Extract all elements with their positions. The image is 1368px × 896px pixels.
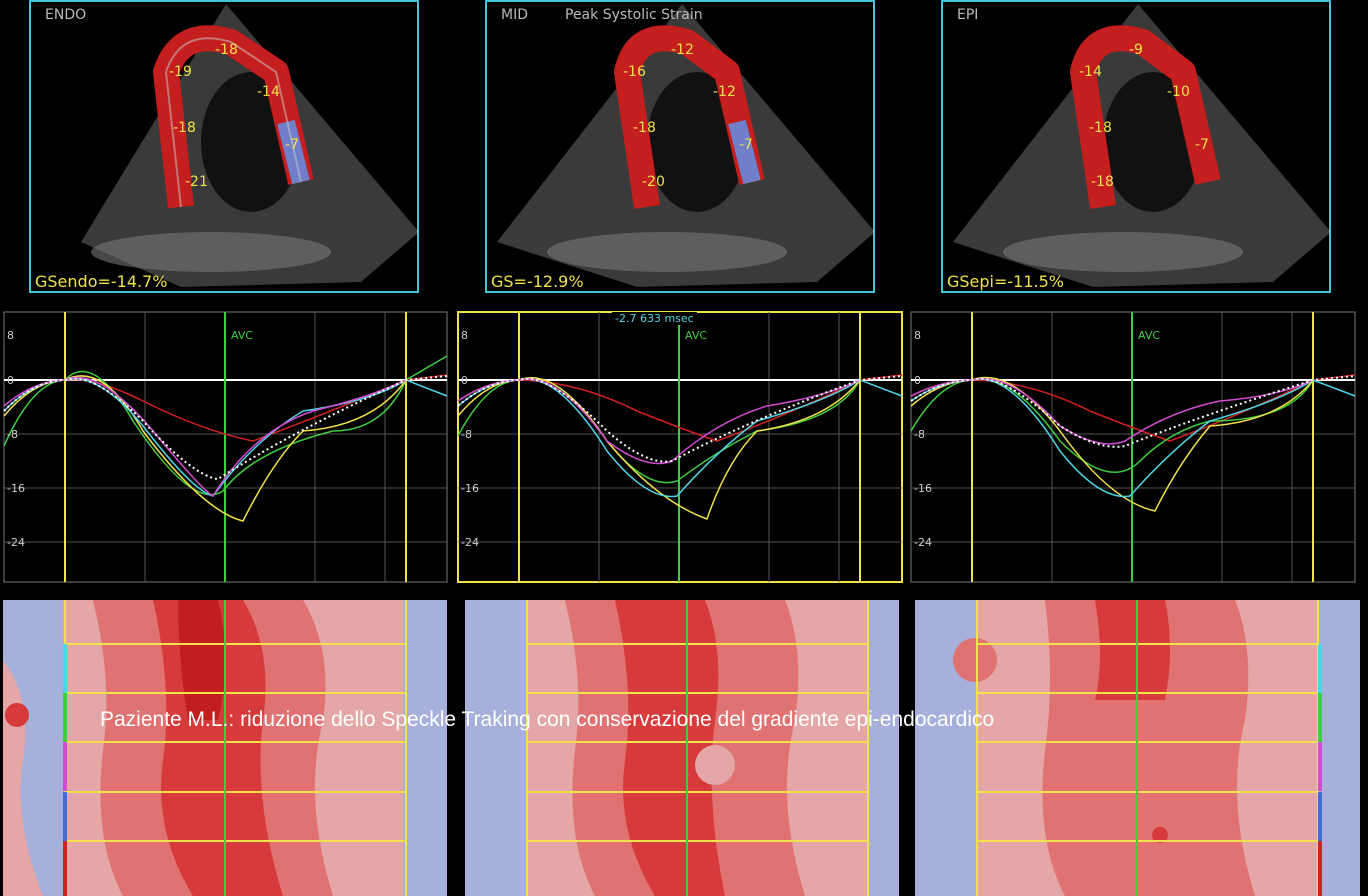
strain-heatmap-mid xyxy=(465,600,899,896)
seg-value-2: -14 xyxy=(1079,64,1102,80)
strain-graph-epi: 8 0 -8 -16 -24 AVC xyxy=(910,311,1356,583)
seg-value-3: -10 xyxy=(1167,84,1190,100)
y-tick: -16 xyxy=(461,482,479,495)
seg-value-2: -19 xyxy=(169,64,192,80)
panel-title: Peak Systolic Strain xyxy=(565,7,703,23)
global-strain-label: GS=-12.9% xyxy=(491,272,584,291)
y-tick: -16 xyxy=(914,482,932,495)
strain-heatmap-epi xyxy=(915,600,1360,896)
y-tick: -16 xyxy=(7,482,25,495)
global-strain-label: GSendo=-14.7% xyxy=(35,272,168,291)
echo-panel-mid: MID Peak Systolic Strain -12 -16 -12 -18… xyxy=(485,0,875,293)
y-tick: 8 xyxy=(461,329,468,342)
seg-value-3: -14 xyxy=(257,84,280,100)
y-tick: 8 xyxy=(914,329,921,342)
seg-value-3: -12 xyxy=(713,84,736,100)
seg-value-2: -16 xyxy=(623,64,646,80)
seg-value-6: -21 xyxy=(185,174,208,190)
strain-graph-mid[interactable]: 8 0 -8 -16 -24 AVC xyxy=(457,311,903,583)
seg-value-6: -18 xyxy=(1091,174,1114,190)
seg-value-5: -7 xyxy=(739,137,753,153)
seg-value-6: -20 xyxy=(642,174,665,190)
panel-label: ENDO xyxy=(45,7,87,23)
heatmap-image xyxy=(915,600,1360,896)
heatmap-image xyxy=(465,600,899,896)
y-tick: 0 xyxy=(7,374,14,387)
seg-value-1: -9 xyxy=(1129,42,1143,58)
seg-value-5: -7 xyxy=(285,137,299,153)
seg-value-4: -18 xyxy=(1089,120,1112,136)
y-tick: -24 xyxy=(7,536,25,549)
strain-curves xyxy=(3,311,448,583)
seg-value-1: -12 xyxy=(671,42,694,58)
y-tick: -24 xyxy=(914,536,932,549)
echo-panel-endo: ENDO -18 -19 -14 -18 -7 -21 GSendo=-14.7… xyxy=(29,0,419,293)
y-tick: -8 xyxy=(461,428,472,441)
global-strain-label: GSepi=-11.5% xyxy=(947,272,1065,291)
panel-label: EPI xyxy=(957,7,979,23)
echo-panel-epi: EPI -9 -14 -10 -18 -7 -18 GSepi=-11.5% xyxy=(941,0,1331,293)
strain-curves xyxy=(910,311,1356,583)
seg-value-1: -18 xyxy=(215,42,238,58)
avc-label: AVC xyxy=(1138,329,1161,342)
y-tick: 0 xyxy=(914,374,921,387)
strain-heatmap-endo xyxy=(3,600,447,896)
heatmap-image xyxy=(3,600,447,896)
y-tick: -24 xyxy=(461,536,479,549)
y-tick: -8 xyxy=(7,428,18,441)
y-tick: -8 xyxy=(914,428,925,441)
avc-label: AVC xyxy=(231,329,254,342)
y-tick: 8 xyxy=(7,329,14,342)
strain-curves xyxy=(457,311,903,583)
strain-graph-endo: 8 0 -8 -16 -24 AVC xyxy=(3,311,448,583)
caption-text: Paziente M.L.: riduzione dello Speckle T… xyxy=(100,708,995,731)
panel-label: MID xyxy=(501,7,528,23)
seg-value-4: -18 xyxy=(173,120,196,136)
y-tick: 0 xyxy=(461,374,468,387)
cursor-readout: -2.7 633 msec xyxy=(612,312,697,325)
avc-label: AVC xyxy=(685,329,708,342)
seg-value-5: -7 xyxy=(1195,137,1209,153)
seg-value-4: -18 xyxy=(633,120,656,136)
